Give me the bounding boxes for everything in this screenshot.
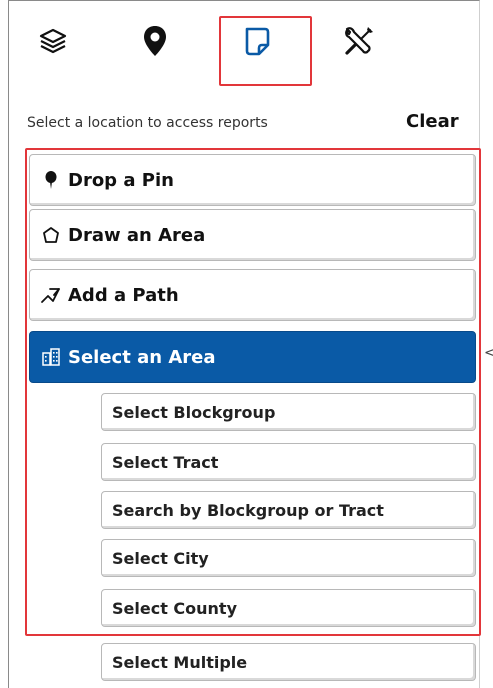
drop-pin-button[interactable]: Drop a Pin (29, 154, 476, 206)
drop-pin-label: Drop a Pin (68, 169, 174, 191)
select-area-label: Select an Area (68, 346, 216, 368)
search-blockgroup-or-tract-button[interactable]: Search by Blockgroup or Tract (101, 491, 476, 529)
buildings-icon (40, 346, 62, 368)
instruction-text: Select a location to access reports (27, 115, 268, 131)
select-area-button[interactable]: Select an Area (29, 331, 476, 383)
reports-tab-highlight (219, 16, 312, 86)
select-blockgroup-button[interactable]: Select Blockgroup (101, 393, 476, 431)
pin-icon (40, 169, 62, 191)
tab-layers[interactable] (31, 19, 75, 63)
select-tract-button[interactable]: Select Tract (101, 443, 476, 481)
tools-icon (345, 27, 373, 55)
add-path-label: Add a Path (68, 284, 179, 306)
draw-area-label: Draw an Area (68, 224, 206, 246)
side-panel: Select a location to access reports Clea… (8, 0, 481, 688)
select-city-button[interactable]: Select City (101, 539, 476, 577)
layers-icon (39, 28, 67, 54)
add-path-button[interactable]: Add a Path (29, 269, 476, 321)
path-icon (40, 284, 62, 306)
tab-location[interactable] (133, 19, 177, 63)
polygon-icon (40, 224, 62, 246)
select-county-button[interactable]: Select County (101, 589, 476, 627)
collapse-panel-caret[interactable]: < (484, 345, 493, 361)
map-pin-icon (144, 26, 166, 56)
clear-button[interactable]: Clear (406, 111, 459, 132)
draw-area-button[interactable]: Draw an Area (29, 209, 476, 261)
select-multiple-button[interactable]: Select Multiple (101, 643, 476, 681)
tab-tools[interactable] (337, 19, 381, 63)
